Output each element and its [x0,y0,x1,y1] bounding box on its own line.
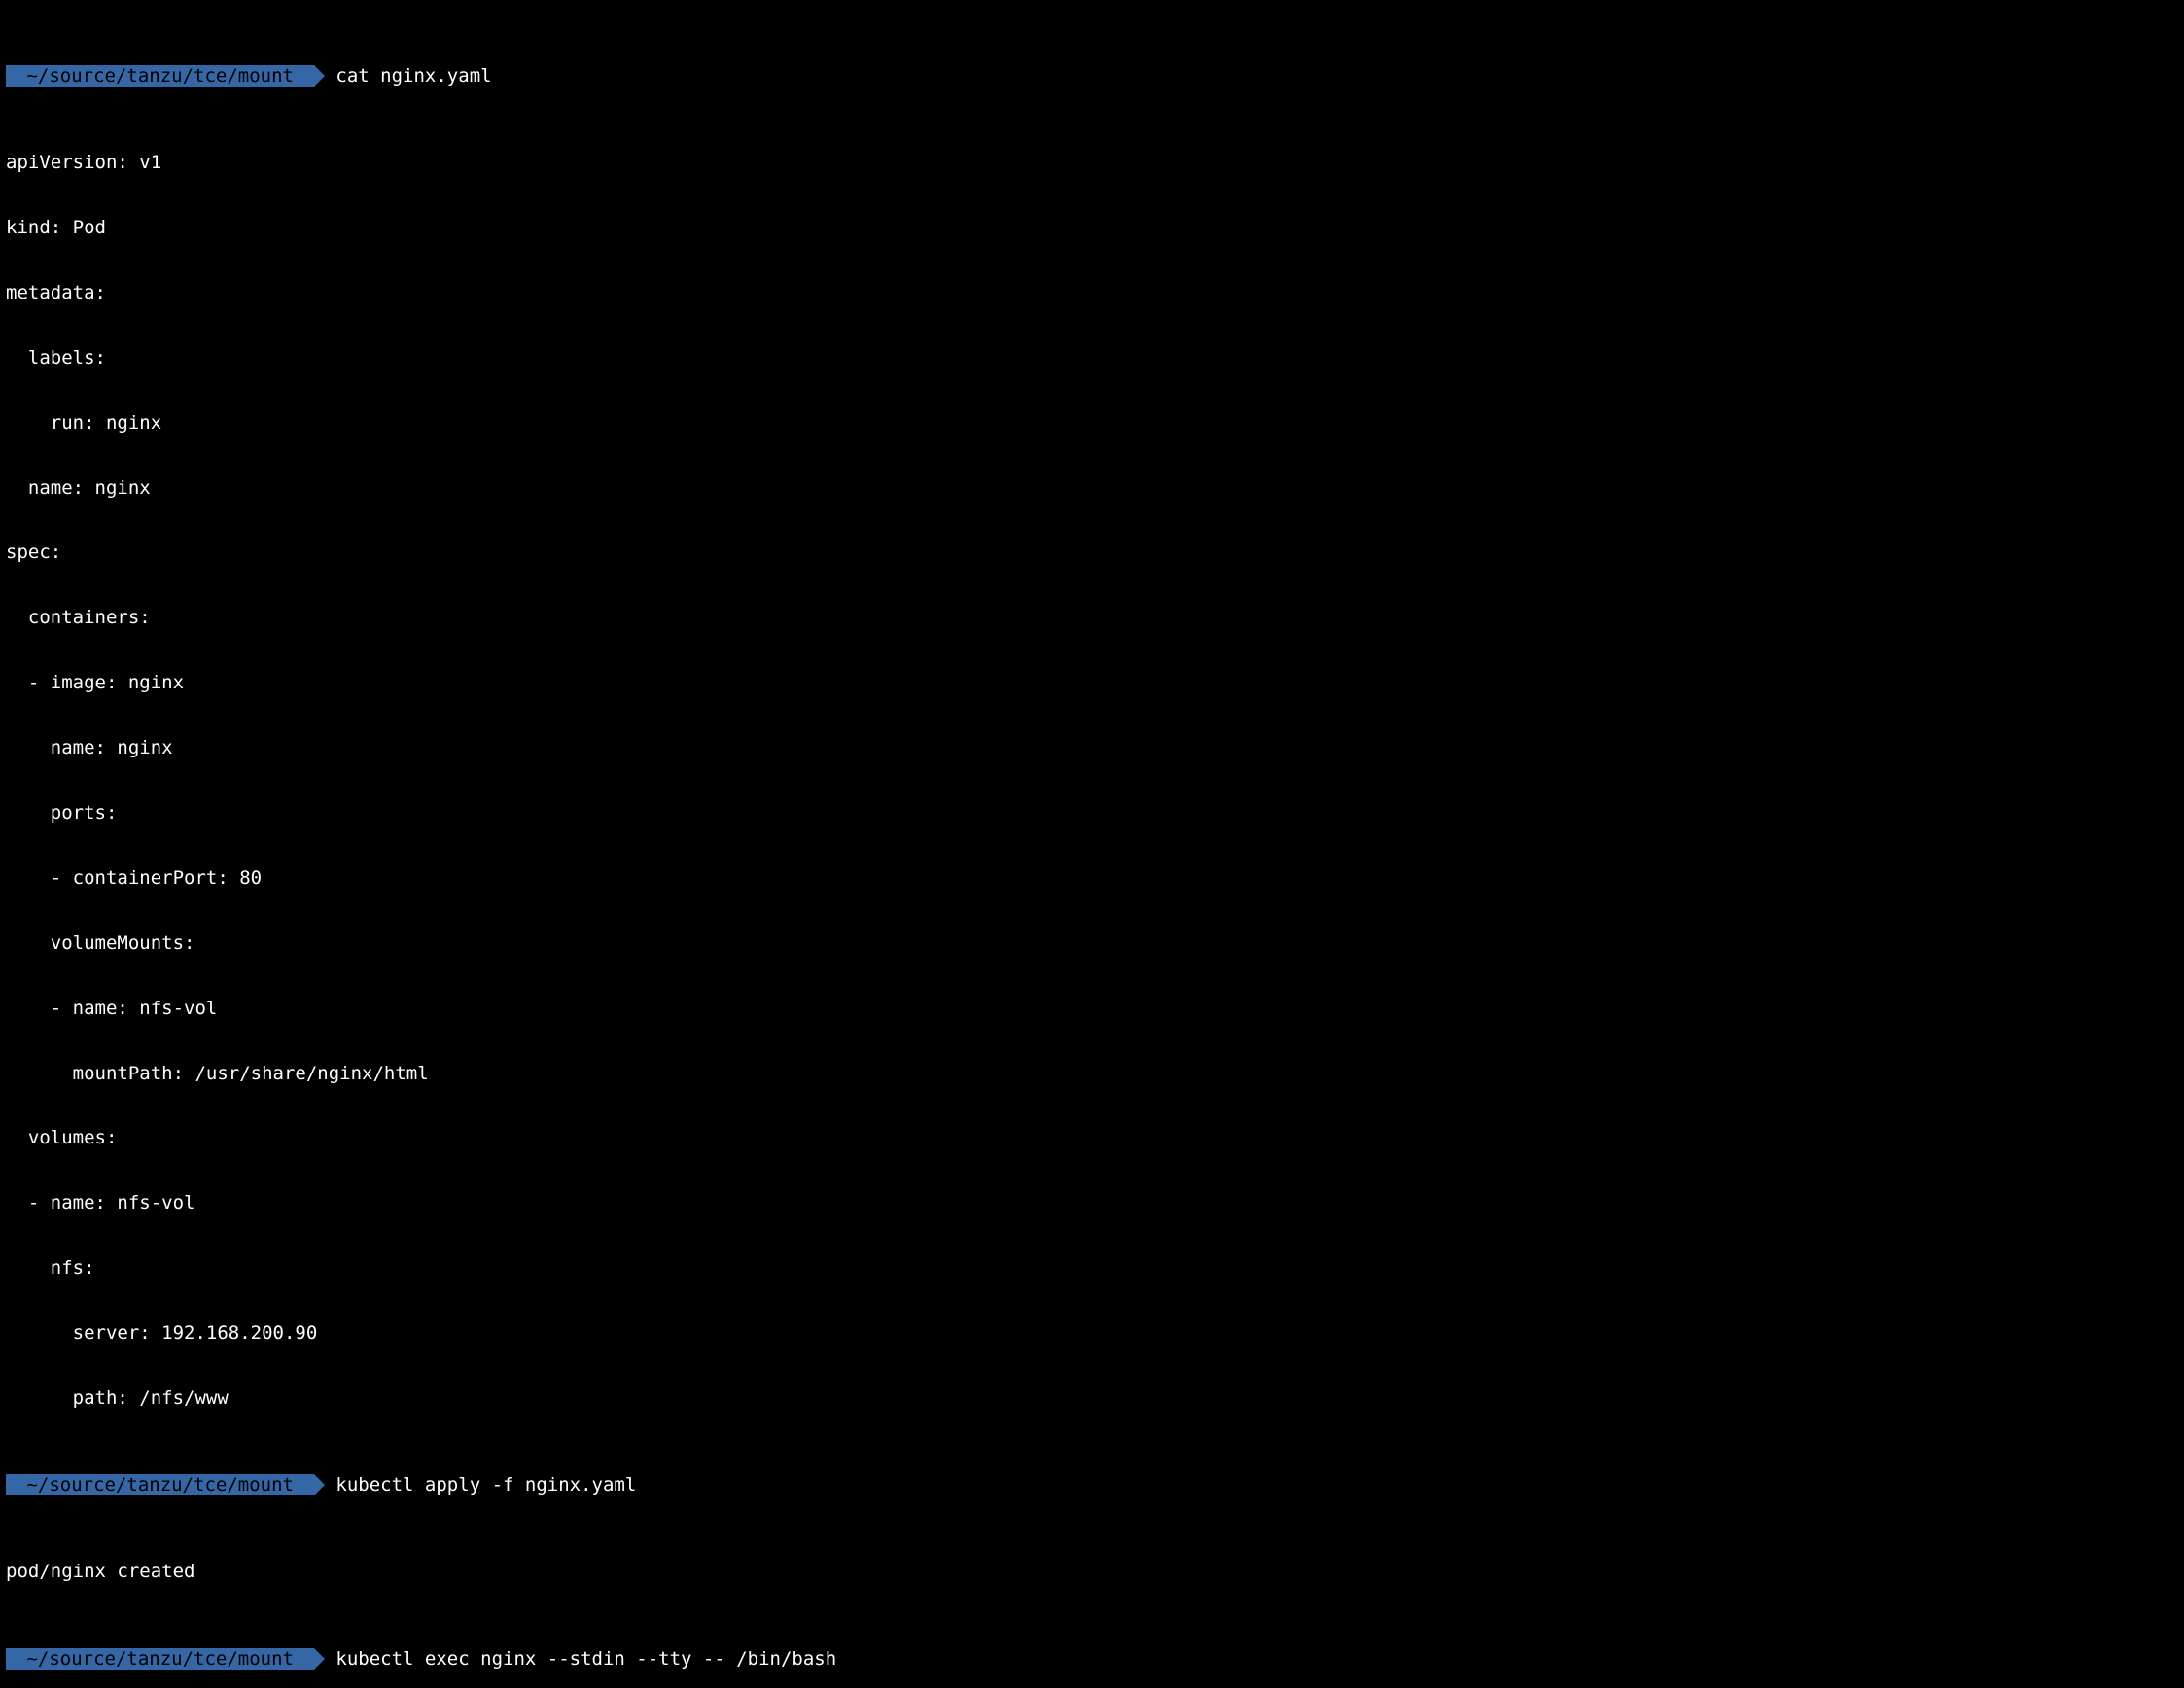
output-line: - image: nginx [0,672,184,693]
output-line: - name: nfs-vol [0,998,217,1019]
output-line: nfs: [0,1257,95,1279]
output-line: containers: [0,607,151,628]
output-line: labels: [0,347,106,369]
shell-prompt: ~/source/tanzu/tce/mount [6,1648,314,1670]
output-line: name: nginx [0,477,151,499]
output-line: spec: [0,542,61,563]
output-line: ports: [0,802,117,824]
output-line: path: /nfs/www [0,1388,229,1409]
output-line: volumeMounts: [0,932,194,954]
command-cat: cat nginx.yaml [335,65,491,87]
output-line: apiVersion: v1 [0,152,161,173]
shell-prompt: ~/source/tanzu/tce/mount [6,65,314,87]
shell-prompt: ~/source/tanzu/tce/mount [6,1474,314,1495]
output-line: mountPath: /usr/share/nginx/html [0,1063,429,1084]
output-line: pod/nginx created [0,1561,194,1582]
output-line: name: nginx [0,737,173,758]
output-line: volumes: [0,1127,117,1148]
output-line: server: 192.168.200.90 [0,1322,317,1344]
output-line: - name: nfs-vol [0,1192,194,1213]
output-line: kind: Pod [0,217,106,238]
terminal-window[interactable]: ~/source/tanzu/tce/mount cat nginx.yaml … [0,0,2184,1688]
command-kubectl-exec: kubectl exec nginx --stdin --tty -- /bin… [335,1648,836,1670]
output-line: - containerPort: 80 [0,867,262,889]
command-kubectl-apply: kubectl apply -f nginx.yaml [335,1474,636,1495]
output-line: metadata: [0,282,106,303]
output-line: run: nginx [0,412,161,434]
